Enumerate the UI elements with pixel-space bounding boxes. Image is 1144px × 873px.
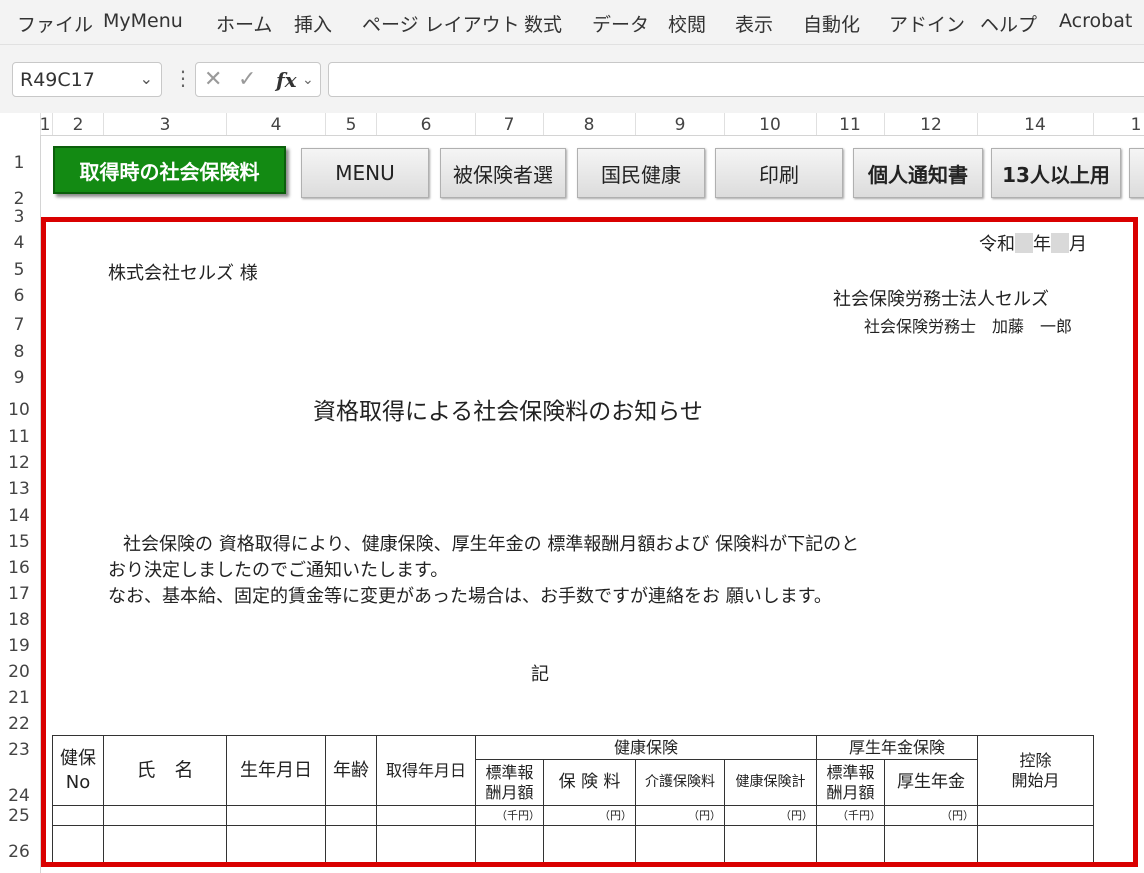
row-header[interactable]: 23 bbox=[0, 740, 38, 760]
print-button[interactable]: 印刷 bbox=[715, 148, 843, 198]
menu-page-layout[interactable]: ページ レイアウト bbox=[362, 10, 520, 37]
name-box-value: R49C17 bbox=[20, 69, 95, 91]
menu-data[interactable]: データ bbox=[592, 10, 649, 37]
col-header[interactable]: 11 bbox=[839, 115, 861, 135]
row-header[interactable]: 24 bbox=[0, 786, 38, 806]
row-header[interactable]: 4 bbox=[0, 233, 38, 253]
col-header[interactable]: 4 bbox=[271, 115, 282, 135]
row-header[interactable]: 10 bbox=[0, 400, 38, 420]
menu-view[interactable]: 表示 bbox=[735, 10, 773, 37]
menu-formulas[interactable]: 数式 bbox=[524, 10, 562, 37]
confirm-icon[interactable]: ✓ bbox=[238, 67, 256, 92]
row-header[interactable]: 11 bbox=[0, 427, 38, 447]
col-header[interactable]: 5 bbox=[346, 115, 357, 135]
row-header[interactable]: 16 bbox=[0, 558, 38, 578]
acquisition-premium-button[interactable]: 取得時の社会保険料 bbox=[53, 146, 286, 194]
selection-highlight-frame bbox=[41, 217, 1138, 867]
national-health-button[interactable]: 国民健康 bbox=[577, 148, 705, 198]
column-headers: 1 2 3 4 5 6 7 8 9 10 11 12 14 1 bbox=[0, 113, 1144, 136]
row-header[interactable]: 20 bbox=[0, 662, 38, 682]
cancel-icon[interactable]: ✕ bbox=[204, 67, 222, 92]
insert-function-icon[interactable]: fx bbox=[276, 68, 297, 92]
row-header[interactable]: 6 bbox=[0, 286, 38, 306]
col-header[interactable]: 8 bbox=[584, 115, 595, 135]
col-header[interactable]: 1 bbox=[40, 115, 51, 135]
col-header[interactable]: 9 bbox=[675, 115, 686, 135]
over-13-people-button[interactable]: 13人以上用 bbox=[991, 148, 1121, 198]
ribbon-menu-bar: ファイル MyMenu ホーム 挿入 ページ レイアウト 数式 データ 校閲 表… bbox=[0, 0, 1144, 45]
row-header[interactable]: 18 bbox=[0, 610, 38, 630]
formula-buttons: ✕ ✓ fx ⌄ bbox=[195, 62, 321, 97]
row-header[interactable]: 2 bbox=[0, 189, 38, 209]
row-header[interactable]: 14 bbox=[0, 506, 38, 526]
more-options-icon[interactable]: ⋮ bbox=[173, 66, 193, 90]
menu-mymenu[interactable]: MyMenu bbox=[103, 10, 183, 32]
row-header[interactable]: 7 bbox=[0, 315, 38, 335]
menu-file[interactable]: ファイル bbox=[17, 10, 93, 37]
col-header[interactable]: 10 bbox=[759, 115, 781, 135]
col-header[interactable]: 14 bbox=[1024, 115, 1046, 135]
row-headers: 1 2 3 4 5 6 7 8 9 10 11 12 13 14 15 16 1… bbox=[0, 135, 41, 873]
menu-help[interactable]: ヘルプ bbox=[980, 10, 1037, 37]
col-header[interactable]: 12 bbox=[920, 115, 942, 135]
col-header[interactable]: 2 bbox=[73, 115, 84, 135]
formula-input[interactable] bbox=[328, 62, 1144, 97]
row-header[interactable]: 15 bbox=[0, 532, 38, 552]
chevron-down-icon[interactable]: ⌄ bbox=[140, 69, 153, 88]
col-header[interactable]: 1 bbox=[1131, 115, 1142, 135]
row-header[interactable]: 19 bbox=[0, 636, 38, 656]
row-header[interactable]: 8 bbox=[0, 342, 38, 362]
row-header[interactable]: 21 bbox=[0, 688, 38, 708]
insured-select-button[interactable]: 被保険者選 bbox=[440, 148, 566, 198]
personal-notice-button[interactable]: 個人通知書 bbox=[853, 148, 983, 198]
row-header[interactable]: 9 bbox=[0, 368, 38, 388]
row-header[interactable]: 12 bbox=[0, 453, 38, 473]
row-header[interactable]: 26 bbox=[0, 842, 38, 862]
menu-automate[interactable]: 自動化 bbox=[803, 10, 860, 37]
row-header[interactable]: 25 bbox=[0, 806, 38, 826]
name-box[interactable]: R49C17 ⌄ bbox=[12, 62, 162, 97]
menu-insert[interactable]: 挿入 bbox=[294, 10, 332, 37]
chevron-down-icon[interactable]: ⌄ bbox=[302, 72, 314, 88]
col-header[interactable]: 3 bbox=[160, 115, 171, 135]
row-header[interactable]: 22 bbox=[0, 714, 38, 734]
menu-home[interactable]: ホーム bbox=[216, 10, 272, 37]
row-header[interactable]: 5 bbox=[0, 260, 38, 280]
menu-button[interactable]: MENU bbox=[301, 148, 429, 198]
row-header[interactable]: 1 bbox=[0, 153, 38, 173]
menu-review[interactable]: 校閲 bbox=[668, 10, 706, 37]
row-header[interactable]: 13 bbox=[0, 479, 38, 499]
menu-addins[interactable]: アドイン bbox=[889, 10, 965, 37]
row-header[interactable]: 17 bbox=[0, 584, 38, 604]
col-header[interactable]: 6 bbox=[421, 115, 432, 135]
menu-acrobat[interactable]: Acrobat bbox=[1059, 10, 1132, 32]
col-header[interactable]: 7 bbox=[504, 115, 515, 135]
row-header[interactable]: 3 bbox=[0, 207, 38, 227]
partial-button[interactable] bbox=[1129, 148, 1144, 198]
